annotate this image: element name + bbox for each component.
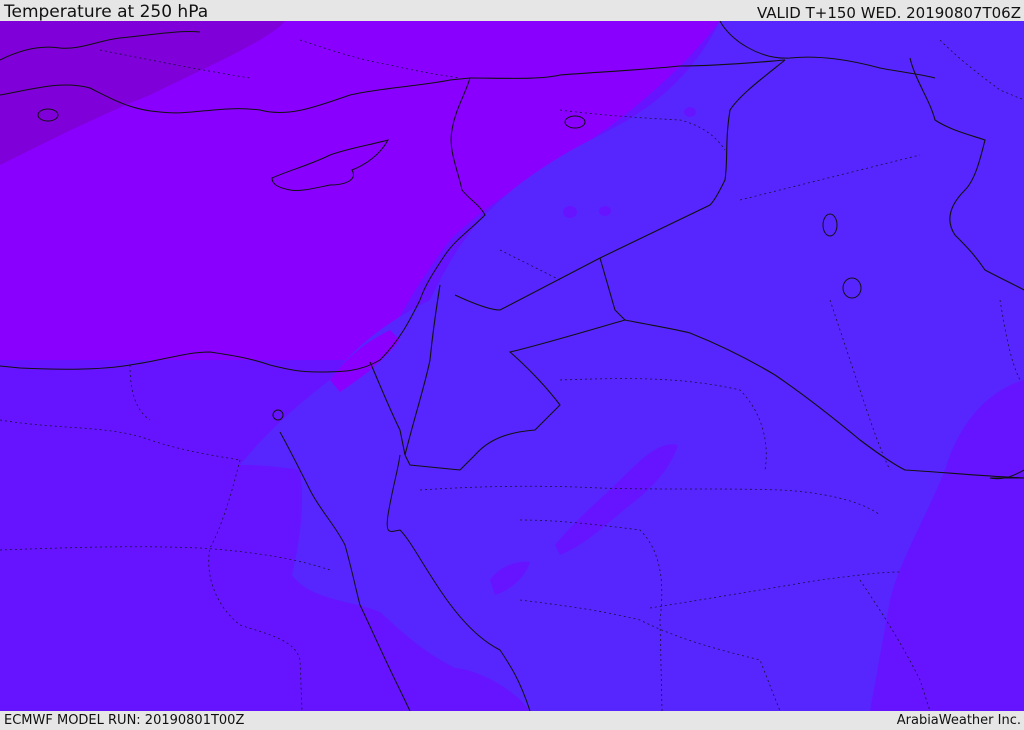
map-header: Temperature at 250 hPa VALID T+150 WED. … (0, 0, 1024, 21)
field-dot-1 (563, 206, 577, 218)
weather-map[interactable] (0, 21, 1024, 711)
map-canvas (0, 21, 1024, 711)
field-dot-3 (684, 107, 696, 117)
model-run: ECMWF MODEL RUN: 20190801T00Z (4, 713, 245, 728)
map-title: Temperature at 250 hPa (4, 2, 209, 22)
map-footer: ECMWF MODEL RUN: 20190801T00Z ArabiaWeat… (0, 711, 1024, 729)
valid-time: VALID T+150 WED. 20190807T06Z (756, 4, 1021, 22)
field-dot-2 (599, 206, 611, 216)
credit: ArabiaWeather Inc. (896, 713, 1021, 728)
